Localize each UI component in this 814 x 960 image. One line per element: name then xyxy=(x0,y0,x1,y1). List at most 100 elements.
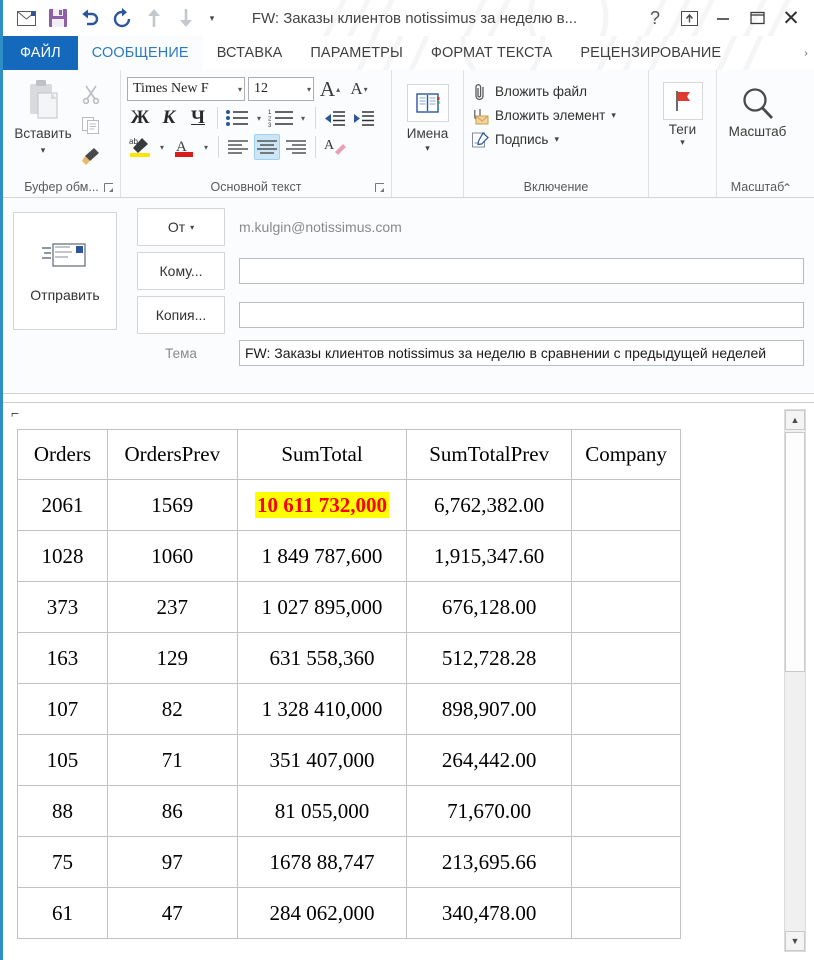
cell-ordersprev: 1569 xyxy=(106,479,238,531)
italic-button[interactable]: К xyxy=(156,105,182,131)
tab-message[interactable]: СООБЩЕНИЕ xyxy=(77,36,203,70)
table-move-handle[interactable]: ⌐ xyxy=(11,407,19,423)
scroll-down-arrow-icon[interactable]: ▼ xyxy=(785,931,805,951)
collapse-ribbon-chevron-up-icon[interactable]: ⌃ xyxy=(782,181,792,195)
tab-insert[interactable]: ВСТАВКА xyxy=(203,36,297,70)
cell-ordersprev: 71 xyxy=(106,734,238,786)
font-size-combobox[interactable]: 12 ▾ xyxy=(248,77,314,101)
next-item-icon[interactable] xyxy=(171,4,201,32)
undo-icon[interactable] xyxy=(75,4,105,32)
subject-label: Тема xyxy=(165,345,197,361)
previous-item-icon[interactable] xyxy=(139,4,169,32)
divider xyxy=(315,136,316,158)
cut-button[interactable] xyxy=(77,80,105,107)
text-highlight-button[interactable]: ab xyxy=(127,134,153,160)
font-color-caret-icon[interactable]: ▾ xyxy=(200,134,212,160)
align-left-button[interactable] xyxy=(225,134,251,160)
scrollbar-thumb[interactable] xyxy=(785,432,805,672)
basic-text-dialog-launcher[interactable] xyxy=(375,183,386,194)
align-center-button[interactable] xyxy=(254,134,280,160)
paste-label: Вставить xyxy=(14,126,72,141)
align-right-button[interactable] xyxy=(283,134,309,160)
ribbon-display-options-icon[interactable] xyxy=(672,3,706,33)
cell-company xyxy=(571,581,681,633)
to-input[interactable] xyxy=(239,258,804,284)
send-button[interactable]: Отправить xyxy=(13,212,117,330)
paste-button[interactable]: Вставить ▾ xyxy=(9,76,77,156)
increase-indent-button[interactable] xyxy=(351,105,377,131)
clipboard-dialog-launcher[interactable] xyxy=(104,183,115,194)
to-button[interactable]: Кому... xyxy=(137,252,225,290)
help-icon[interactable]: ? xyxy=(638,3,672,33)
paste-caret-icon[interactable]: ▾ xyxy=(41,145,46,156)
divider xyxy=(315,107,316,129)
cell-sumtotal: 1 027 895,000 xyxy=(236,581,408,633)
cc-button[interactable]: Копия... xyxy=(137,296,225,334)
tags-caret-icon[interactable]: ▾ xyxy=(680,137,685,148)
attach-item-caret-icon[interactable]: ▾ xyxy=(611,110,616,121)
bold-button[interactable]: Ж xyxy=(127,105,153,131)
scroll-up-arrow-icon[interactable]: ▲ xyxy=(785,410,805,430)
signature-caret-icon[interactable]: ▾ xyxy=(554,134,559,145)
tab-review[interactable]: РЕЦЕНЗИРОВАНИЕ xyxy=(566,36,735,70)
close-icon[interactable]: ✕ xyxy=(774,3,808,33)
font-name-combobox[interactable]: Times New F ▾ xyxy=(127,77,245,101)
save-icon[interactable] xyxy=(43,4,73,32)
names-group-label xyxy=(392,177,463,197)
numbering-button[interactable]: 1 2 3 xyxy=(268,105,294,131)
font-name-value: Times New F xyxy=(133,81,209,96)
chevron-down-icon[interactable]: ▾ xyxy=(304,85,311,94)
title-bar: ▾ FW: Заказы клиентов notissimus за неде… xyxy=(3,0,814,36)
maximize-icon[interactable] xyxy=(740,3,774,33)
shrink-font-button[interactable]: A ▾ xyxy=(346,76,372,102)
cc-input[interactable] xyxy=(239,302,804,328)
underline-button[interactable]: Ч xyxy=(185,105,211,131)
cell-company xyxy=(571,683,681,735)
numbering-caret-icon[interactable]: ▾ xyxy=(297,105,309,131)
signature-icon xyxy=(470,130,489,149)
format-painter-button[interactable] xyxy=(77,142,105,169)
attach-file-button[interactable]: Вложить файл xyxy=(470,82,616,101)
attach-item-button[interactable]: Вложить элемент ▾ xyxy=(470,106,616,125)
message-icon[interactable] xyxy=(11,4,41,32)
cell-sumtotalprev: 676,128.00 xyxy=(406,581,573,633)
grow-font-label: A xyxy=(319,76,336,101)
svg-text:1: 1 xyxy=(268,110,272,116)
grow-font-button[interactable]: A ▴ xyxy=(317,76,343,102)
tab-overflow-chevron-right-icon[interactable]: › xyxy=(798,36,814,70)
clear-formatting-button[interactable]: A xyxy=(322,134,348,160)
font-color-button[interactable]: A xyxy=(171,134,197,160)
bullet-list-icon xyxy=(226,110,248,126)
bullets-button[interactable] xyxy=(224,105,250,131)
highlight-caret-icon[interactable]: ▾ xyxy=(156,134,168,160)
from-button[interactable]: От ▾ xyxy=(137,208,225,246)
cell-orders: 61 xyxy=(17,887,108,939)
numbered-list-icon: 1 2 3 xyxy=(268,110,293,127)
increase-indent-icon xyxy=(354,110,374,126)
ribbon-group-include: Вложить файл Вложить элемент ▾ Подпись ▾… xyxy=(463,70,648,197)
subject-input[interactable]: FW: Заказы клиентов notissimus за неделю… xyxy=(239,340,804,366)
zoom-button[interactable]: Масштаб xyxy=(723,76,792,139)
chevron-down-icon[interactable]: ▾ xyxy=(235,85,242,94)
column-header-orders: Orders xyxy=(17,429,108,480)
decrease-indent-button[interactable] xyxy=(322,105,348,131)
signature-button[interactable]: Подпись ▾ xyxy=(470,130,616,149)
quick-access-toolbar: ▾ xyxy=(3,4,221,32)
tags-label: Теги xyxy=(668,122,697,137)
message-body[interactable]: ⌐ Orders OrdersPrev SumTotal SumTotalPre… xyxy=(3,402,814,960)
redo-icon[interactable] xyxy=(107,4,137,32)
address-book-button[interactable]: Имена ▾ xyxy=(398,76,457,154)
bullets-caret-icon[interactable]: ▾ xyxy=(253,105,265,131)
tab-file[interactable]: ФАЙЛ xyxy=(3,36,78,70)
paperclip-icon xyxy=(470,82,489,101)
tags-button[interactable]: Теги ▾ xyxy=(655,76,710,148)
address-book-label: Имена xyxy=(406,126,449,141)
highlighted-value: 10 611 732,000 xyxy=(254,491,390,518)
tab-options[interactable]: ПАРАМЕТРЫ xyxy=(296,36,416,70)
minimize-icon[interactable] xyxy=(706,3,740,33)
names-caret-icon[interactable]: ▾ xyxy=(425,143,430,154)
body-vertical-scrollbar[interactable]: ▲ ▼ xyxy=(784,409,806,952)
copy-button[interactable] xyxy=(77,111,105,138)
tab-format-text[interactable]: ФОРМАТ ТЕКСТА xyxy=(417,36,566,70)
customize-qat-caret[interactable]: ▾ xyxy=(203,4,221,32)
